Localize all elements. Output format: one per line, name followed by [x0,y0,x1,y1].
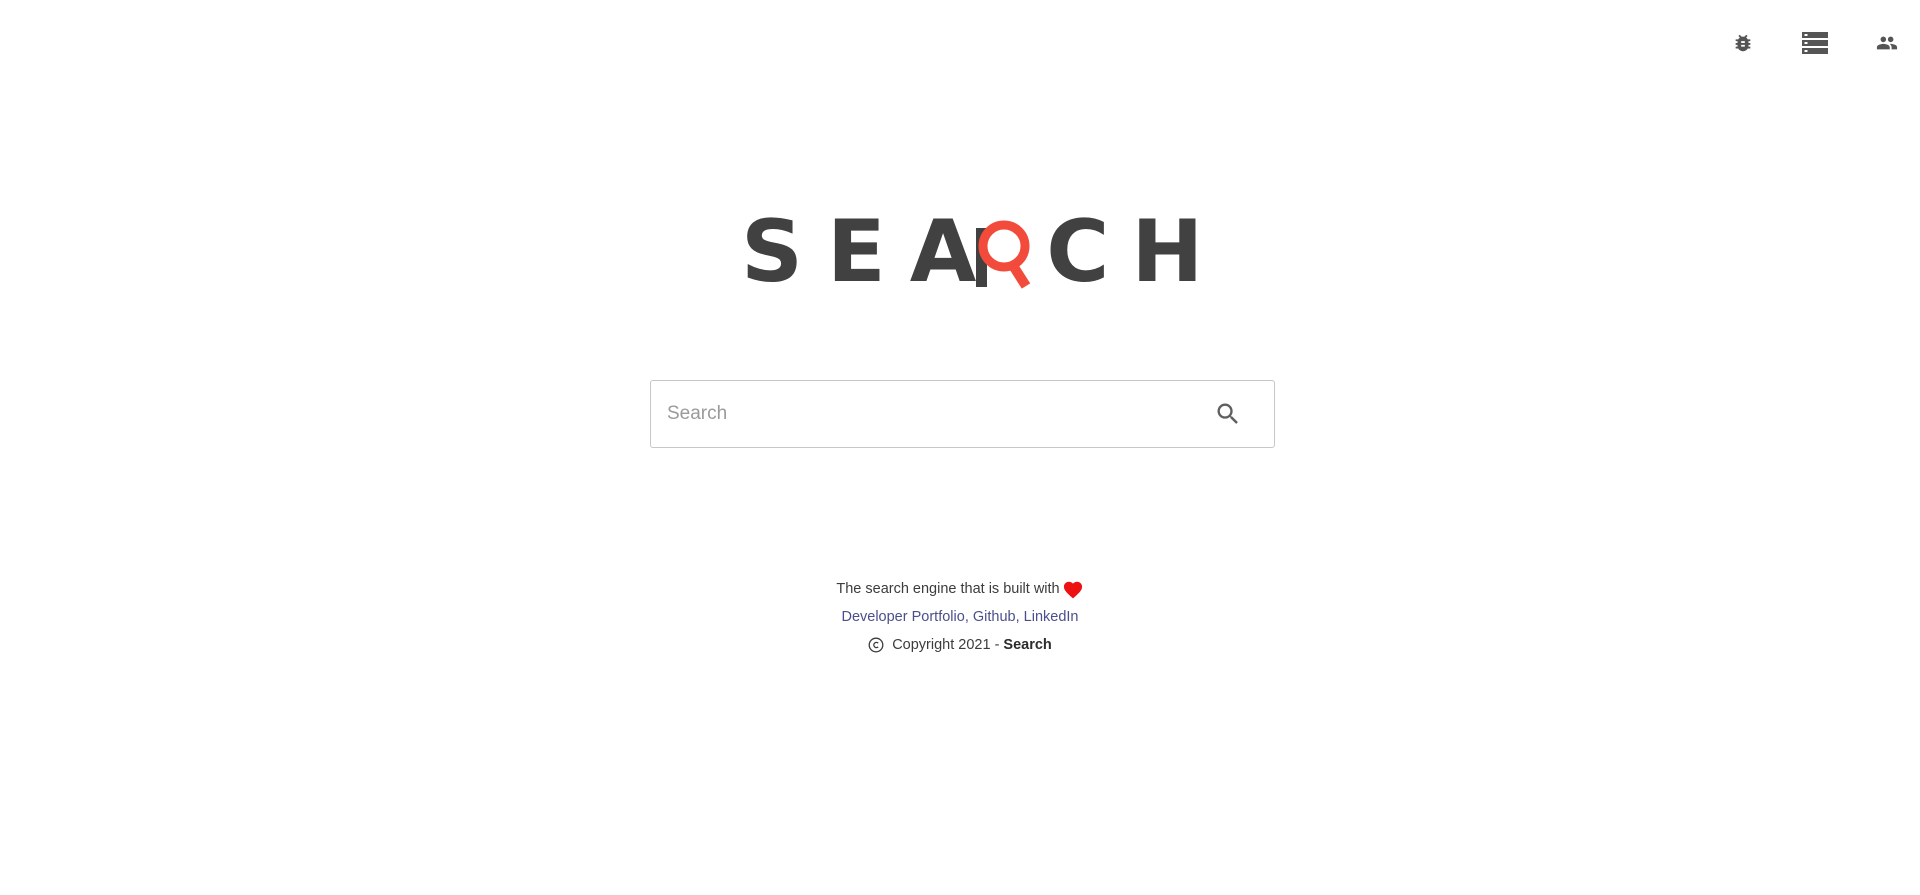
search-logo: S E A C H [741,202,1203,302]
logo-letter-s: S [741,202,803,302]
page: S E A C H The search engin [0,0,1920,895]
storage-icon [1802,32,1828,54]
copyright-icon [868,637,884,653]
footer-copyright: Copyright 2021 - Search [0,631,1920,659]
people-button[interactable] [1870,26,1904,60]
logo-letter-h: H [1131,202,1204,302]
footer-links: Developer Portfolio , Github , LinkedIn [0,603,1920,631]
bug-report-button[interactable] [1726,26,1760,60]
heart-icon [1062,579,1084,599]
footer-brand: Search [1003,637,1052,653]
magnifier-q-icon [970,212,1036,292]
search-input[interactable] [651,381,1208,447]
link-separator: , [1015,609,1024,625]
github-link[interactable]: Github [973,603,1016,631]
search-button[interactable] [1208,394,1248,434]
copyright-text: Copyright 2021 - [892,637,1000,653]
search-icon [1217,403,1238,424]
logo-letter-c: C [1046,202,1110,302]
footer-tagline: The search engine that is built with [0,575,1920,603]
link-separator: , [964,609,973,625]
storage-button[interactable] [1798,26,1832,60]
developer-portfolio-link[interactable]: Developer Portfolio [841,603,964,631]
search-box [650,380,1275,448]
logo-letter-e: E [826,202,886,302]
tagline-text: The search engine that is built with [836,581,1060,597]
people-icon [1876,36,1898,50]
linkedin-link[interactable]: LinkedIn [1024,603,1079,631]
top-toolbar [1688,26,1904,60]
bug-report-icon [1735,34,1751,52]
logo-letter-a: A [909,202,977,302]
footer: The search engine that is built with Dev… [0,575,1920,659]
